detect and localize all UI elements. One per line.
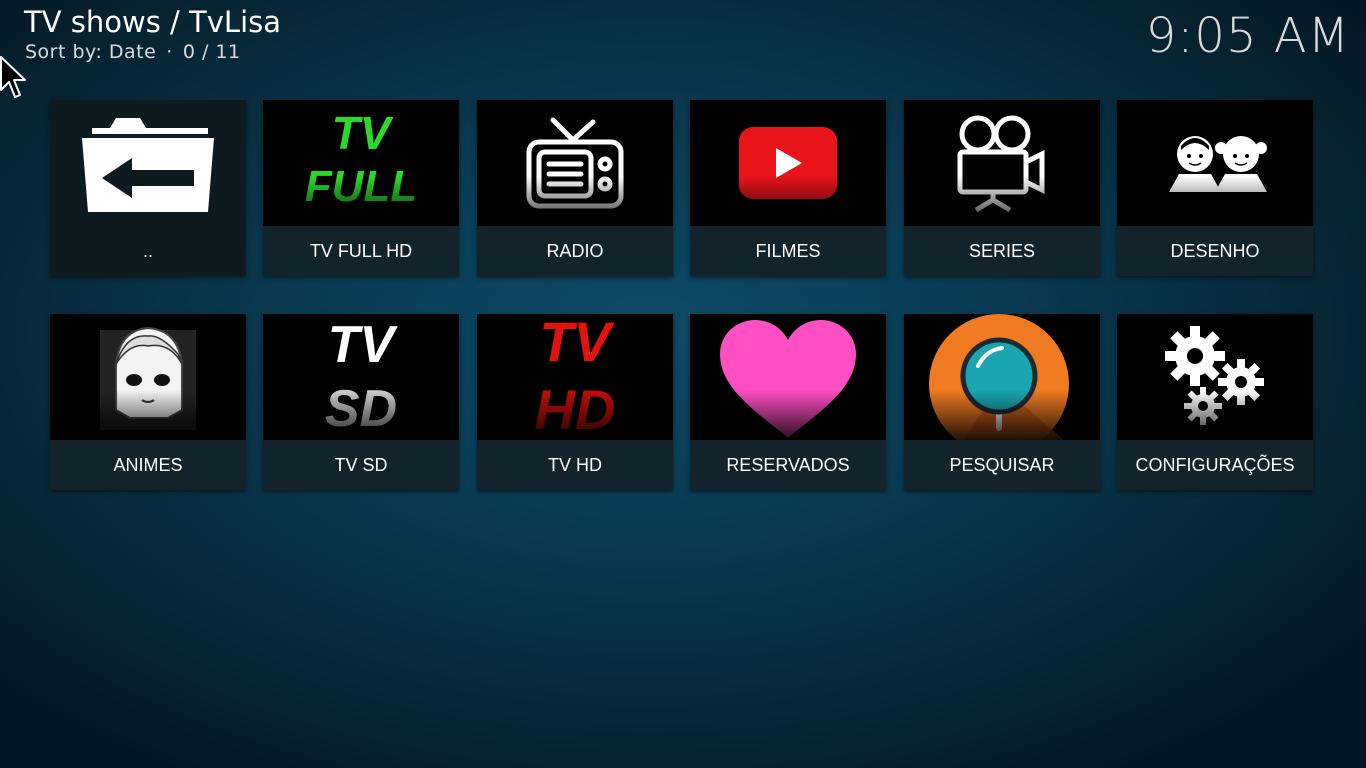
movie-camera-icon xyxy=(904,100,1100,226)
tile-label: TV HD xyxy=(477,440,673,490)
search-icon xyxy=(904,314,1100,440)
item-count: 0 / 11 xyxy=(182,41,241,63)
logo-line-hd: HD xyxy=(534,378,616,440)
page-title: TV shows / TvLisa xyxy=(24,5,282,39)
tile-label: SERIES xyxy=(904,226,1100,276)
tile-back[interactable]: .. xyxy=(50,100,246,276)
tile-reservados[interactable]: RESERVADOS xyxy=(690,314,886,490)
tile-radio[interactable]: RADIO xyxy=(477,100,673,276)
logo-line-tv: TV xyxy=(327,316,395,374)
separator: · xyxy=(166,41,173,63)
gears-icon xyxy=(1117,314,1313,440)
tile-label: TV SD xyxy=(263,440,459,490)
tile-label: ANIMES xyxy=(50,440,246,490)
tv-hd-logo: TV HD xyxy=(477,314,673,440)
tile-label: RESERVADOS xyxy=(690,440,886,490)
tile-label: FILMES xyxy=(690,226,886,276)
kids-icon xyxy=(1117,100,1313,226)
logo-line-tv: TV xyxy=(331,107,391,159)
logo-line-full: FULL xyxy=(304,162,418,211)
tile-label: DESENHO xyxy=(1117,226,1313,276)
tile-tv-sd[interactable]: TV SD TV SD xyxy=(263,314,459,490)
radio-tv-icon xyxy=(477,100,673,226)
clock: 9:05 AM xyxy=(1145,8,1350,64)
tile-tv-full-hd[interactable]: TV FULL TV FULL HD xyxy=(263,100,459,276)
tile-label: RADIO xyxy=(477,226,673,276)
mouse-cursor-icon xyxy=(0,56,26,98)
tile-series[interactable]: SERIES xyxy=(904,100,1100,276)
sort-info[interactable]: Sort by: Date · 0 / 11 xyxy=(25,40,241,64)
sort-label: Sort by: Date xyxy=(25,41,157,63)
back-folder-icon xyxy=(50,100,246,226)
anime-face-icon xyxy=(50,314,246,440)
tile-desenho[interactable]: DESENHO xyxy=(1117,100,1313,276)
tile-pesquisar[interactable]: PESQUISAR xyxy=(904,314,1100,490)
tile-configuracoes[interactable]: CONFIGURAÇÕES xyxy=(1117,314,1313,490)
logo-line-sd: SD xyxy=(324,380,398,438)
tile-label: CONFIGURAÇÕES xyxy=(1117,440,1313,490)
tile-animes[interactable]: ANIMES xyxy=(50,314,246,490)
tv-sd-logo: TV SD xyxy=(263,314,459,440)
tv-full-logo: TV FULL xyxy=(263,100,459,226)
play-button-icon xyxy=(690,100,886,226)
tile-label: .. xyxy=(50,226,246,276)
tile-filmes[interactable]: FILMES xyxy=(690,100,886,276)
heart-icon xyxy=(690,314,886,440)
tile-label: TV FULL HD xyxy=(263,226,459,276)
tile-label: PESQUISAR xyxy=(904,440,1100,490)
logo-line-tv: TV xyxy=(539,314,611,373)
tile-tv-hd[interactable]: TV HD TV HD xyxy=(477,314,673,490)
